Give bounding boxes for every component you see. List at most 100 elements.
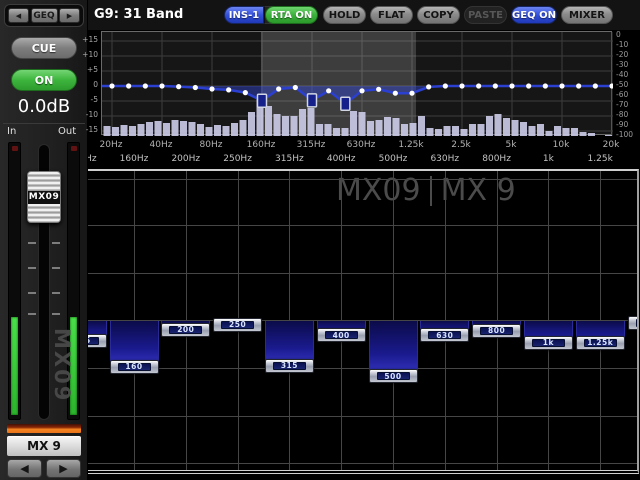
band-dot-20[interactable] [109,83,114,88]
band-fader-cap-125[interactable]: 125 [88,334,107,348]
rta-bar [163,123,170,136]
overview-freq-tick: 20Hz [100,140,123,150]
channel-color-bar [7,424,81,433]
band-fader-cap-400[interactable]: 400 [317,328,366,342]
paste-button[interactable]: PASTE [464,6,507,24]
detail-freq-tick: 500Hz [379,154,408,164]
grid-line-h [88,225,637,226]
band-dot-80[interactable] [209,86,214,91]
geq-on-button[interactable]: GEQ ON [511,6,557,24]
band-dot-800[interactable] [376,87,381,92]
copy-button[interactable]: COPY [417,6,460,24]
band-dot-3.15k[interactable] [476,83,481,88]
band-dot-1.6k[interactable] [426,84,431,89]
rta-scale--30: -30 [616,61,628,69]
band-dot-250[interactable] [293,85,298,90]
rta-bar [291,116,298,136]
band-dot-4k[interactable] [493,83,498,88]
prev-geq-button[interactable]: ◀ [8,8,29,23]
band-dot-25[interactable] [126,83,131,88]
next-channel-button[interactable]: ▶ [46,459,81,478]
band-fader-cap-315[interactable]: 315 [265,359,314,373]
meter-out-label: Out [58,126,76,137]
band-dot-50[interactable] [176,84,181,89]
flat-button[interactable]: FLAT [370,6,413,24]
detail-freq-tick: 125Hz [88,154,97,164]
rta-bar [384,117,391,136]
rta-bar [571,128,578,136]
band-dot-40[interactable] [159,83,164,88]
rta-scale--80: -80 [616,111,628,119]
band-dot-20k[interactable] [609,83,613,88]
band-dot-2.5k[interactable] [459,83,464,88]
rta-bar [342,128,349,136]
prev-channel-button[interactable]: ◀ [7,459,42,478]
band-dot-12.5k[interactable] [576,83,581,88]
band-dot-5k[interactable] [509,83,514,88]
grid-line-h [88,416,637,417]
band-dot-8k[interactable] [543,83,548,88]
channel-fader-cap[interactable]: MX09 [27,171,61,223]
rta-bar [427,128,434,136]
band-dot-63[interactable] [193,85,198,90]
fader-gain-readout: 0.0dB [0,96,88,117]
on-button[interactable]: ON [11,69,77,91]
rta-bar [104,126,111,136]
band-fader-cap-250[interactable]: 250 [213,318,262,332]
fader-tick [52,292,60,294]
band-dot-6.3k[interactable] [526,83,531,88]
overview-freq-tick: 2.5k [451,140,471,150]
rta-bar [554,126,561,136]
band-fader-cap-1.25k[interactable]: 1.25k [576,336,625,350]
band-fader-cap-160[interactable]: 160 [110,360,159,374]
geq-label-button[interactable]: GEQ [31,8,58,23]
band-handle-500[interactable] [341,97,350,110]
rta-bar [206,127,213,136]
grid-line-h [88,179,637,180]
overview-freq-tick: 630Hz [347,140,376,150]
band-handle-160[interactable] [258,94,267,107]
rta-bar [435,129,442,136]
cue-button[interactable]: CUE [11,37,77,59]
channel-strip-sidebar: ◀ GEQ ▶ CUE ON 0.0dB In Out MX09 [0,0,88,480]
top-toolbar: G9: 31 Band INS-1 INS-2 RTA ON HOLD FLAT… [88,0,640,30]
ins-1-tab[interactable]: INS-1 [224,6,264,24]
band-fader-cap-500[interactable]: 500 [369,369,418,383]
band-dot-10k[interactable] [559,83,564,88]
band-fader-cap-800[interactable]: 800 [472,324,521,338]
rta-bar [469,124,476,136]
channel-name-badge[interactable]: MX 9 [7,436,81,456]
band-fader-cap-630[interactable]: 630 [420,328,469,342]
band-fader-cap-1k[interactable]: 1k [524,336,573,350]
rta-bar [393,118,400,136]
overview-freq-tick: 5k [506,140,517,150]
band-dot-2k[interactable] [443,83,448,88]
geq-screen: G9: 31 Band INS-1 INS-2 RTA ON HOLD FLAT… [0,0,640,480]
band-dot-125[interactable] [243,90,248,95]
hold-button[interactable]: HOLD [323,6,366,24]
band-dot-630[interactable] [359,88,364,93]
mixer-button[interactable]: MIXER [561,6,613,24]
band-dot-200[interactable] [276,86,281,91]
overview-freq-tick: 20k [603,140,620,150]
geq-scale-+10: +10 [82,51,98,59]
band-dot-1.25k[interactable] [409,91,414,96]
band-fader-label: 1.6k [636,319,640,327]
band-dot-100[interactable] [226,87,231,92]
rta-on-button[interactable]: RTA ON [265,6,318,24]
rta-scale--20: -20 [616,51,628,59]
band-dot-1k[interactable] [393,91,398,96]
geq-scale--10: -10 [86,111,98,119]
band-dot-16k[interactable] [593,83,598,88]
geq-scale-+15: +15 [82,36,98,44]
band-dot-31.5[interactable] [143,83,148,88]
band-handle-315[interactable] [308,94,317,107]
rta-bar [401,124,408,136]
band-fader-cap-1.6k[interactable]: 1.6k [628,316,640,330]
next-geq-button[interactable]: ▶ [59,8,80,23]
band-dot-400[interactable] [326,88,331,93]
fader-tick [52,242,60,244]
fader-cap-ridges [28,172,60,191]
detail-freq-tick: 400Hz [327,154,356,164]
band-fader-cap-200[interactable]: 200 [161,323,210,337]
